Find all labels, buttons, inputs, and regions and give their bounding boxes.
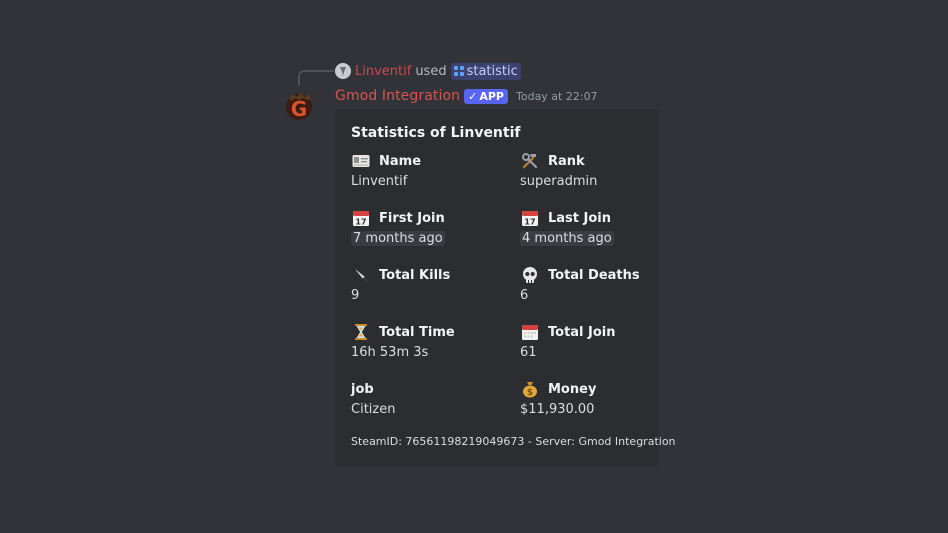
svg-text:17: 17 [355,218,366,227]
hourglass-icon [351,323,371,341]
app-badge: ✓ APP [464,88,508,104]
embed-title: Statistics of Linventif [351,125,521,141]
field-value: Linventif [351,173,408,189]
field-job: job Citizen [351,380,520,418]
spiral-calendar-icon [520,323,540,341]
bot-avatar[interactable]: G [281,88,317,124]
field-total-kills: Total Kills 9 [351,266,520,304]
field-name: Name Linventif [351,152,520,190]
field-label: Total Join [548,324,616,340]
field-value: 4 months ago [520,229,659,247]
field-value: 9 [351,287,360,303]
relative-timestamp[interactable]: 4 months ago [520,230,614,246]
field-total-join: Total Join 61 [520,323,659,361]
field-money: $ Money $11,930.00 [520,380,659,418]
calendar-icon: 17 [520,209,540,227]
reply-username[interactable]: Linventif [355,64,411,79]
money-bag-icon: $ [520,380,540,398]
verified-check-icon: ✓ [468,89,478,103]
field-label: First Join [379,210,445,226]
embed-fields: Name Linventif Rank superadmin 17 First … [351,152,643,418]
svg-text:17: 17 [524,218,535,227]
field-last-join: 17 Last Join 4 months ago [520,209,659,247]
field-label: Last Join [548,210,612,226]
skull-icon [520,266,540,284]
field-value: $11,930.00 [520,401,595,417]
relative-timestamp[interactable]: 7 months ago [351,230,445,246]
field-value: 61 [520,344,537,360]
svg-text:$: $ [527,388,533,398]
stats-embed: Statistics of Linventif Name Linventif R… [335,109,676,466]
reply-used-text: used [415,63,447,79]
field-label: Rank [548,153,585,169]
field-value: 6 [520,287,529,303]
reply-connector [298,70,334,86]
message-header: Gmod Integration ✓ APP Today at 22:07 [335,86,598,106]
slash-command-icon [453,66,464,76]
user-avatar[interactable] [335,63,351,79]
field-label: Total Kills [379,267,451,283]
id-card-icon [351,152,371,170]
field-label: Money [548,381,597,397]
bot-username[interactable]: Gmod Integration [335,88,460,104]
message-timestamp[interactable]: Today at 22:07 [516,90,598,103]
field-label: Name [379,153,422,169]
field-value: 16h 53m 3s [351,344,429,360]
field-rank: Rank superadmin [520,152,659,190]
field-label: Total Time [379,324,455,340]
field-total-time: Total Time 16h 53m 3s [351,323,520,361]
field-total-deaths: Total Deaths 6 [520,266,659,304]
field-label: Total Deaths [548,267,640,283]
command-mention[interactable]: statistic [450,62,521,80]
app-badge-label: APP [479,89,504,103]
field-value: Citizen [351,401,396,417]
discord-chat: Linventif used statistic G Gmod Integrat… [0,0,948,533]
interaction-reply[interactable]: Linventif used statistic [335,62,521,80]
field-first-join: 17 First Join 7 months ago [351,209,520,247]
calendar-icon: 17 [351,209,371,227]
field-value: superadmin [520,173,598,189]
field-label: job [351,381,374,397]
command-name: statistic [466,63,518,79]
svg-text:G: G [291,97,307,121]
embed-footer: SteamID: 76561198219049673 - Server: Gmo… [351,435,676,448]
field-value: 7 months ago [351,229,520,247]
knife-icon [351,266,371,284]
hammer-wrench-icon [520,152,540,170]
